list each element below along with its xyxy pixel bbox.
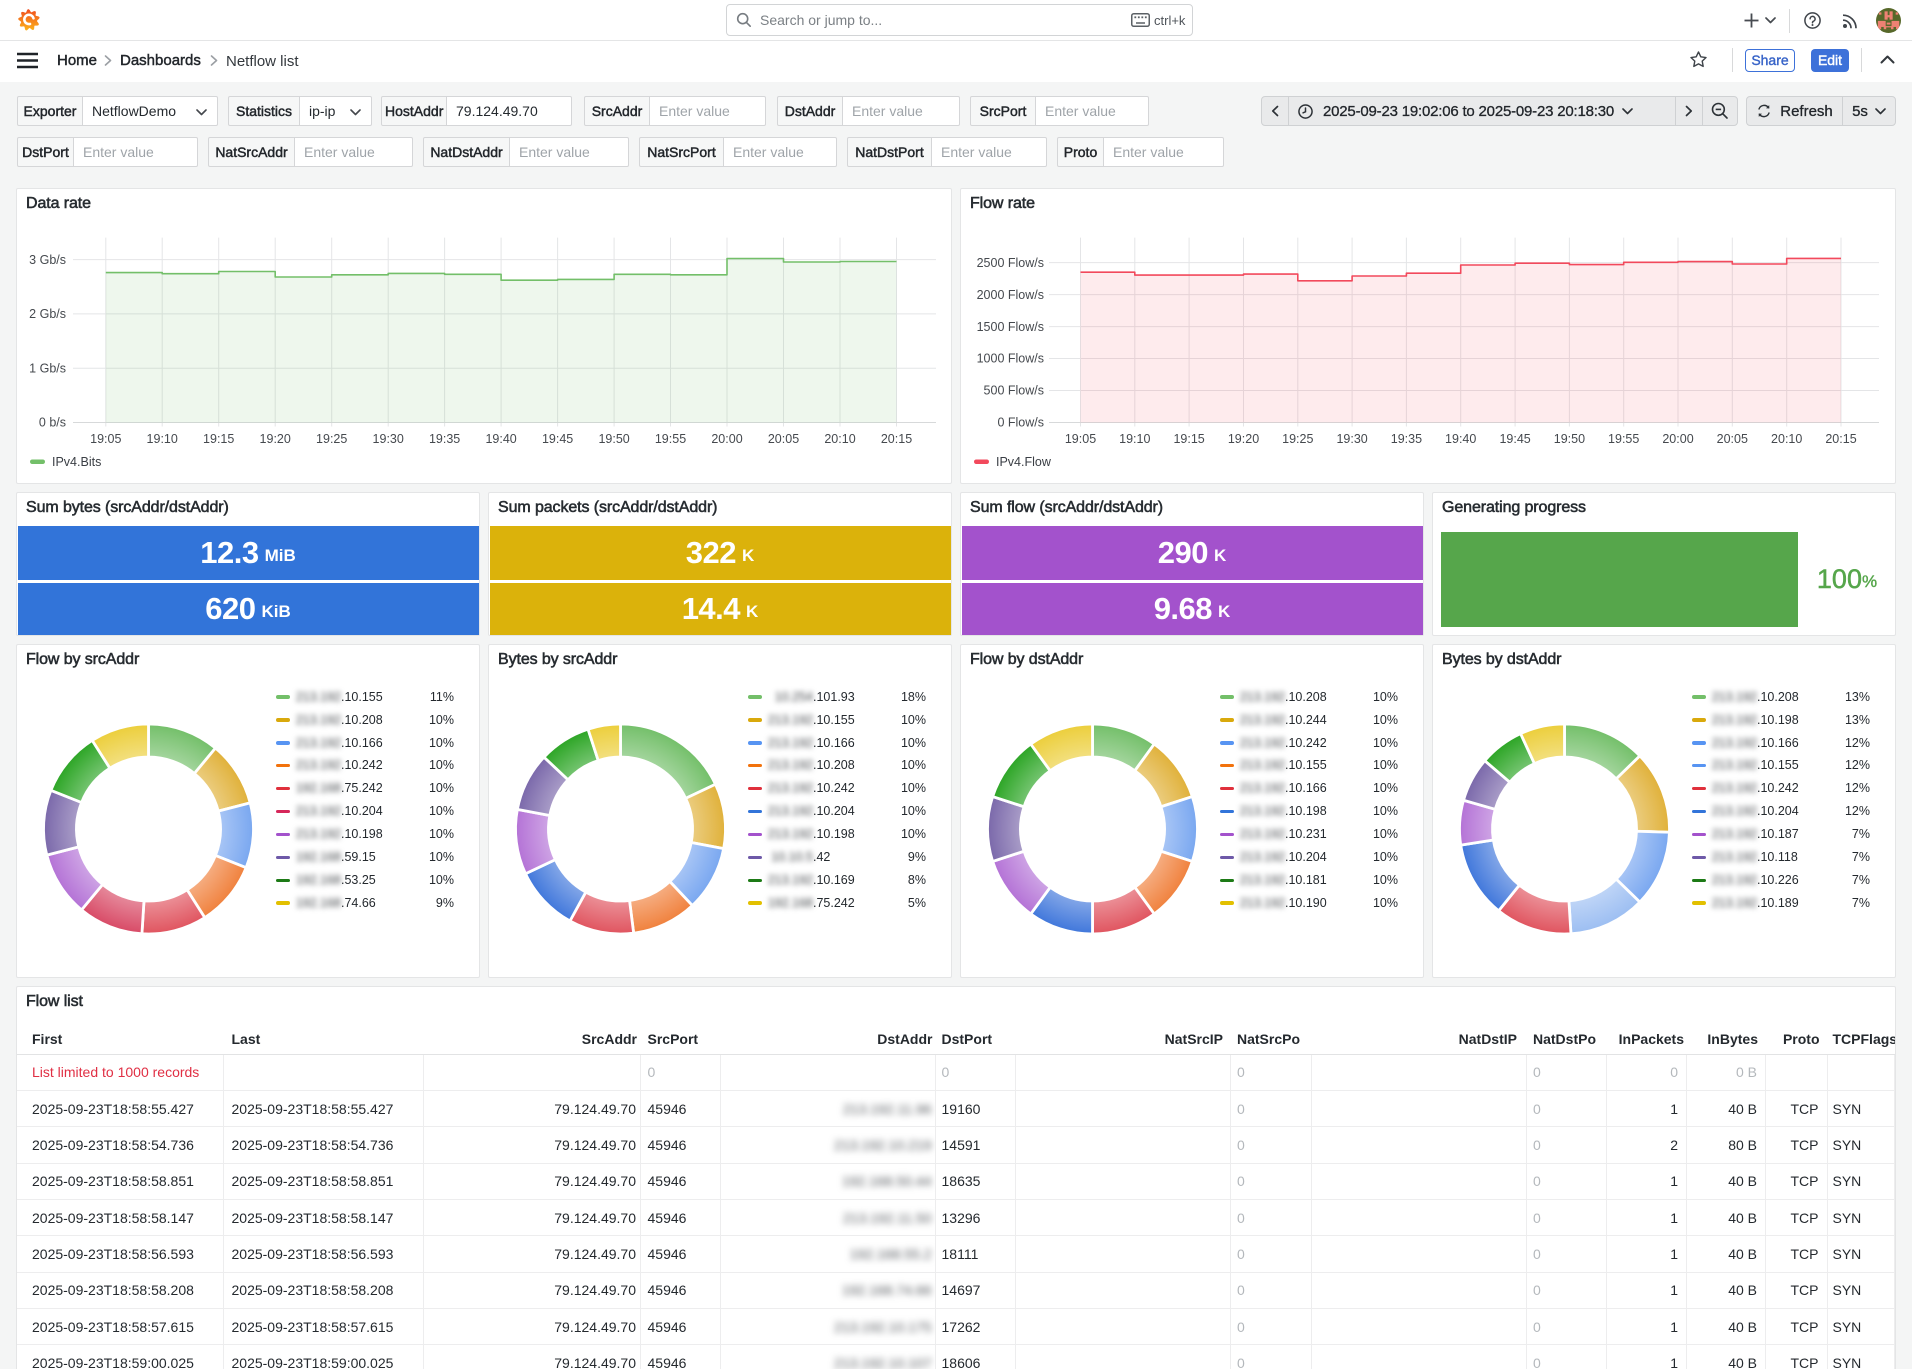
svg-text:19:50: 19:50 xyxy=(1554,432,1585,446)
svg-text:20:05: 20:05 xyxy=(768,432,799,446)
svg-text:19:25: 19:25 xyxy=(1282,432,1313,446)
svg-text:1500 Flow/s: 1500 Flow/s xyxy=(977,320,1044,334)
svg-text:20:10: 20:10 xyxy=(824,432,855,446)
svg-text:3 Gb/s: 3 Gb/s xyxy=(29,253,66,267)
svg-text:20:00: 20:00 xyxy=(711,432,742,446)
svg-text:19:35: 19:35 xyxy=(429,432,460,446)
svg-text:500 Flow/s: 500 Flow/s xyxy=(984,384,1044,398)
svg-text:19:55: 19:55 xyxy=(655,432,686,446)
svg-text:19:40: 19:40 xyxy=(1445,432,1476,446)
svg-text:19:05: 19:05 xyxy=(90,432,121,446)
svg-text:19:45: 19:45 xyxy=(542,432,573,446)
svg-text:IPv4.Flow: IPv4.Flow xyxy=(996,455,1052,469)
svg-text:2000 Flow/s: 2000 Flow/s xyxy=(977,288,1044,302)
svg-text:19:30: 19:30 xyxy=(373,432,404,446)
svg-text:19:40: 19:40 xyxy=(485,432,516,446)
svg-text:1000 Flow/s: 1000 Flow/s xyxy=(977,352,1044,366)
svg-text:19:20: 19:20 xyxy=(260,432,291,446)
svg-text:1 Gb/s: 1 Gb/s xyxy=(29,361,66,375)
svg-text:19:30: 19:30 xyxy=(1336,432,1367,446)
svg-text:2500 Flow/s: 2500 Flow/s xyxy=(977,256,1044,270)
svg-text:19:10: 19:10 xyxy=(147,432,178,446)
svg-text:0 b/s: 0 b/s xyxy=(39,416,66,430)
svg-text:0 Flow/s: 0 Flow/s xyxy=(997,416,1044,430)
svg-text:19:50: 19:50 xyxy=(598,432,629,446)
svg-text:20:00: 20:00 xyxy=(1662,432,1693,446)
svg-text:IPv4.Bits: IPv4.Bits xyxy=(52,455,101,469)
svg-text:19:55: 19:55 xyxy=(1608,432,1639,446)
svg-text:19:15: 19:15 xyxy=(1173,432,1204,446)
svg-text:19:35: 19:35 xyxy=(1391,432,1422,446)
svg-text:2 Gb/s: 2 Gb/s xyxy=(29,307,66,321)
svg-text:20:15: 20:15 xyxy=(1825,432,1856,446)
svg-text:19:05: 19:05 xyxy=(1065,432,1096,446)
svg-text:19:20: 19:20 xyxy=(1228,432,1259,446)
svg-text:20:15: 20:15 xyxy=(881,432,912,446)
svg-text:19:15: 19:15 xyxy=(203,432,234,446)
svg-text:19:45: 19:45 xyxy=(1499,432,1530,446)
svg-text:19:10: 19:10 xyxy=(1119,432,1150,446)
svg-text:20:05: 20:05 xyxy=(1717,432,1748,446)
svg-text:20:10: 20:10 xyxy=(1771,432,1802,446)
svg-text:19:25: 19:25 xyxy=(316,432,347,446)
